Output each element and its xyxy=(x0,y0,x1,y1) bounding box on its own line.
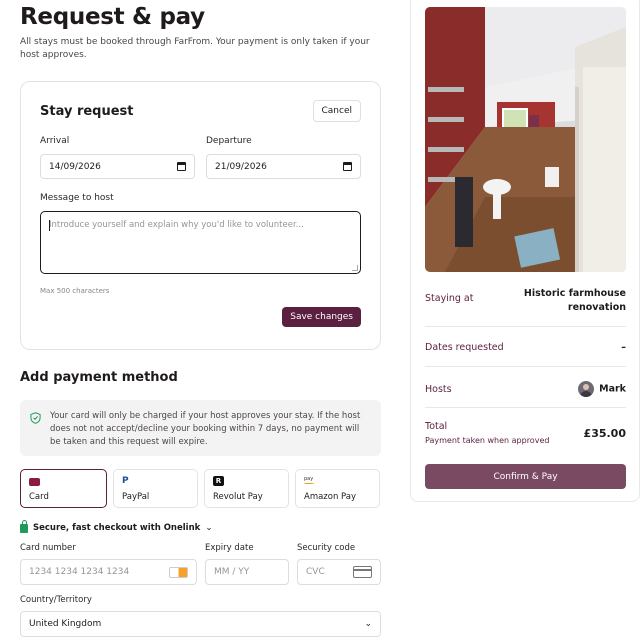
staying-at-label: Staying at xyxy=(425,293,474,304)
revolut-icon: R xyxy=(213,476,224,486)
departure-date-value: 21/09/2026 xyxy=(215,161,267,172)
farmhouse-bathroom-image xyxy=(425,7,626,272)
payment-method-amazon-pay[interactable]: pay Amazon Pay xyxy=(295,469,380,508)
confirm-pay-button[interactable]: Confirm & Pay xyxy=(425,464,626,489)
divider xyxy=(425,326,626,327)
page-subtitle: All stays must be booked through FarFrom… xyxy=(20,37,370,60)
total-value: £35.00 xyxy=(583,426,626,440)
payment-notice: Your card will only be charged if your h… xyxy=(20,400,381,456)
text-caret xyxy=(49,220,50,231)
payment-method-label: Revolut Pay xyxy=(213,492,263,502)
avatar xyxy=(578,381,595,397)
onelink-toggle[interactable]: Secure, fast checkout with Onelink ⌄ xyxy=(20,520,381,533)
card-number-placeholder: 1234 1234 1234 1234 xyxy=(29,567,130,577)
arrival-label: Arrival xyxy=(40,136,70,146)
hosts-label: Hosts xyxy=(425,383,452,395)
divider xyxy=(425,366,626,367)
amazon-pay-icon: pay xyxy=(304,476,314,484)
booking-summary-panel: Staying at Historic farmhouse renovation… xyxy=(410,0,640,502)
paypal-icon: P xyxy=(122,476,129,486)
total-subtext: Payment taken when approved xyxy=(425,436,550,445)
resize-handle-icon[interactable] xyxy=(352,265,358,271)
divider xyxy=(425,407,626,408)
shield-check-icon xyxy=(30,412,41,424)
calendar-icon[interactable] xyxy=(177,162,186,171)
country-label: Country/Territory xyxy=(20,595,92,605)
payment-method-card[interactable]: Card xyxy=(20,469,107,508)
payment-method-label: Amazon Pay xyxy=(304,492,357,502)
arrival-date-input[interactable]: 14/09/2026 xyxy=(40,154,195,179)
card-number-label: Card number xyxy=(20,543,76,553)
save-changes-button[interactable]: Save changes xyxy=(282,307,361,327)
expiry-placeholder: MM / YY xyxy=(214,567,250,577)
lock-icon xyxy=(20,520,28,533)
stay-request-card: Stay request Cancel Arrival 14/09/2026 D… xyxy=(20,81,381,350)
request-pay-column: Request & pay All stays must be booked t… xyxy=(20,0,381,637)
onelink-label: Secure, fast checkout with Onelink xyxy=(33,522,201,533)
dates-requested-value: – xyxy=(621,342,626,353)
listing-photo xyxy=(425,7,626,272)
departure-date-input[interactable]: 21/09/2026 xyxy=(206,154,361,179)
arrival-date-value: 14/09/2026 xyxy=(49,161,101,172)
card-number-input[interactable]: 1234 1234 1234 1234 xyxy=(20,559,197,585)
calendar-icon[interactable] xyxy=(343,162,352,171)
expiry-input[interactable]: MM / YY xyxy=(205,559,289,585)
country-select[interactable]: United Kingdom ⌄ xyxy=(20,611,381,637)
payment-section-title: Add payment method xyxy=(20,370,178,385)
discover-card-icon xyxy=(169,566,188,578)
chevron-down-icon: ⌄ xyxy=(205,522,213,533)
departure-label: Departure xyxy=(206,136,252,146)
payment-method-label: PayPal xyxy=(122,492,150,502)
expiry-label: Expiry date xyxy=(205,543,254,553)
max-characters-hint: Max 500 characters xyxy=(40,287,110,295)
payment-method-revolut[interactable]: R Revolut Pay xyxy=(204,469,289,508)
host-entry: Mark xyxy=(578,381,626,397)
stay-request-title: Stay request xyxy=(40,103,134,119)
security-code-label: Security code xyxy=(297,543,356,553)
host-name: Mark xyxy=(599,383,626,395)
dates-requested-label: Dates requested xyxy=(425,342,504,353)
page-title: Request & pay xyxy=(20,4,205,30)
security-code-input[interactable]: CVC xyxy=(297,559,381,585)
message-label: Message to host xyxy=(40,193,114,203)
message-textarea[interactable]: Introduce yourself and explain why you'd… xyxy=(40,211,361,274)
card-icon xyxy=(29,478,40,486)
chevron-down-icon: ⌄ xyxy=(364,619,372,629)
staying-at-value: Historic farmhouse renovation xyxy=(523,288,626,313)
total-label: Total xyxy=(425,421,448,432)
cancel-button[interactable]: Cancel xyxy=(312,100,361,122)
payment-notice-text: Your card will only be charged if your h… xyxy=(50,411,361,447)
cvc-card-icon xyxy=(353,566,372,578)
country-value: United Kingdom xyxy=(29,619,102,629)
payment-methods: Card P PayPal R Revolut Pay pay Amazon P… xyxy=(20,469,381,508)
message-placeholder: Introduce yourself and explain why you'd… xyxy=(49,220,304,230)
payment-method-label: Card xyxy=(29,492,49,502)
payment-method-paypal[interactable]: P PayPal xyxy=(113,469,198,508)
security-code-placeholder: CVC xyxy=(306,567,325,577)
